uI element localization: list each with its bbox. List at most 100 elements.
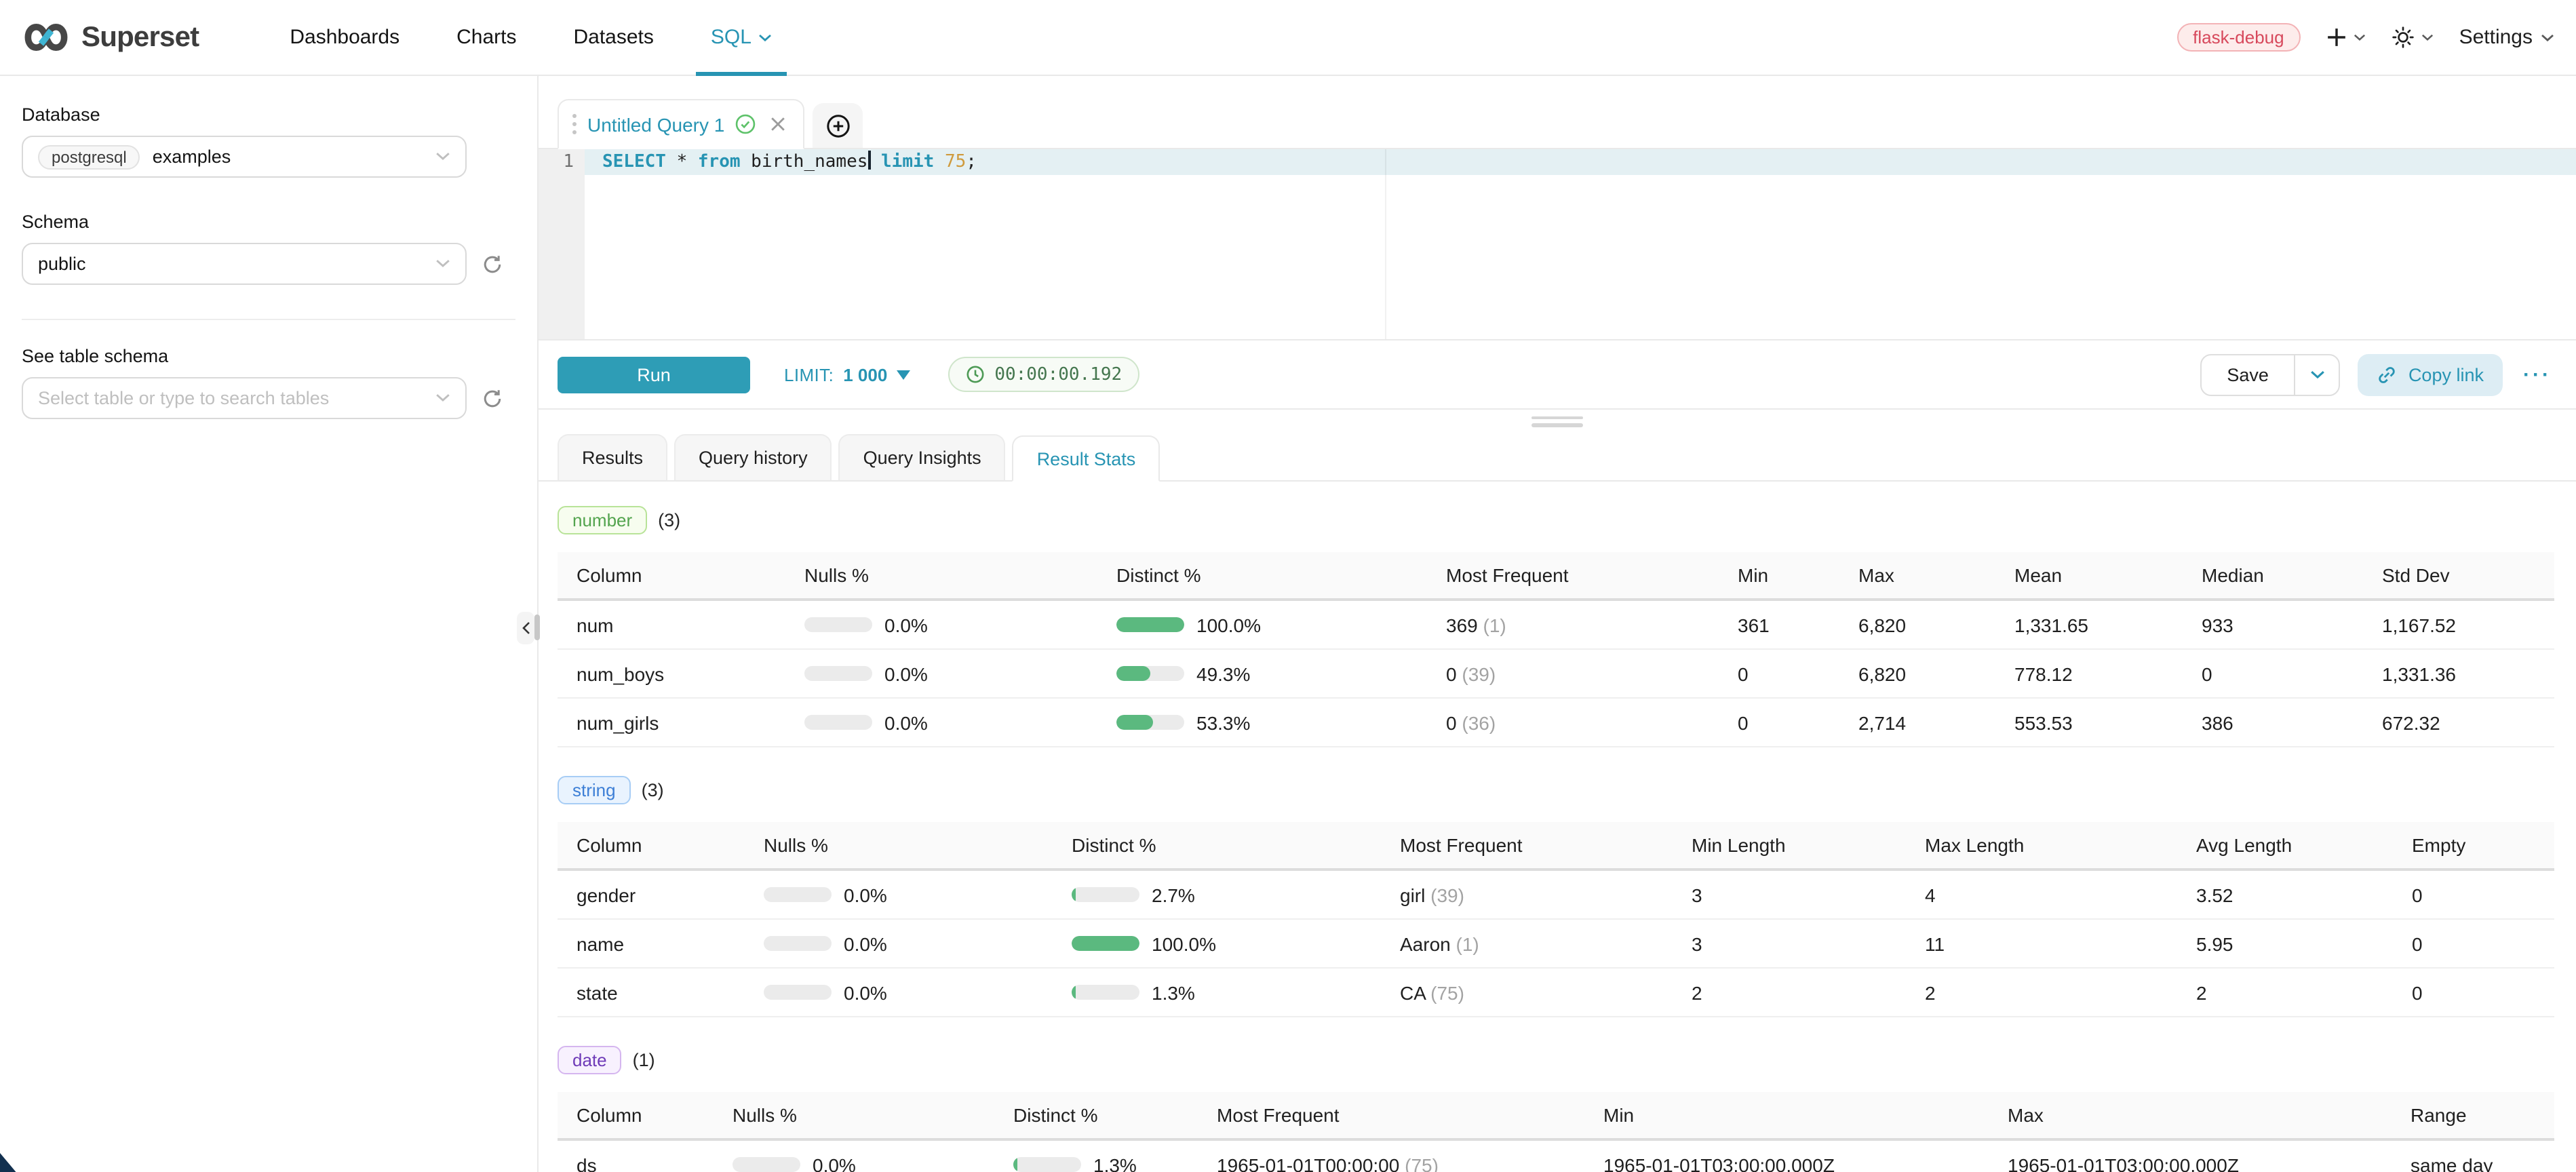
refresh-schemas-button[interactable] [482, 253, 503, 275]
stat-cell: 0 [2412, 884, 2554, 905]
section-badge-row: number (3) [558, 506, 2554, 534]
sql-token [934, 152, 945, 172]
plus-icon [2326, 27, 2347, 47]
section-number: number (3) ColumnNulls %Distinct %Most Fre… [558, 506, 2554, 747]
string-type-badge: string [558, 776, 631, 804]
nav-item-sql[interactable]: SQL [682, 0, 800, 75]
database-select-value: examples [153, 146, 435, 167]
table-select[interactable]: Select table or type to search tables [22, 377, 467, 419]
nulls-pct-cell: 0.0% [764, 981, 1072, 1003]
most-frequent-count: (39) [1425, 884, 1464, 905]
distinct-bar-fill [1013, 1157, 1017, 1172]
column-count: (3) [642, 780, 664, 800]
more-options-button[interactable]: ··· [2520, 363, 2554, 386]
tab-query-history[interactable]: Query history [674, 434, 832, 480]
link-icon [2377, 364, 2398, 385]
most-frequent-value: 0 [1446, 711, 1457, 733]
plus-circle-icon [825, 113, 850, 138]
column-header: Mean [2014, 564, 2202, 586]
sidebar-divider [22, 319, 515, 320]
distinct-bar [1072, 887, 1139, 902]
distinct-pct-cell: 100.0% [1116, 614, 1446, 636]
panel-resize-handle[interactable] [534, 614, 540, 640]
database-select[interactable]: postgresql examples [22, 136, 467, 178]
column-count: (3) [658, 510, 680, 530]
nulls-pct-cell: 0.0% [804, 711, 1116, 733]
drag-handle-icon[interactable] [572, 114, 577, 134]
sql-code-line[interactable]: SELECT * from birth_names limit 75; [585, 149, 2576, 175]
most-frequent-count: (36) [1457, 711, 1496, 733]
database-label: Database [22, 104, 515, 125]
run-button[interactable]: Run [558, 356, 750, 393]
copy-link-button[interactable]: Copy link [2358, 353, 2503, 395]
distinct-pct-value: 53.3% [1196, 711, 1250, 733]
table-header-row: ColumnNulls %Distinct %Most FrequentMinM… [558, 552, 2554, 601]
sql-code-editor[interactable]: 1 SELECT * from birth_names limit 75; [539, 149, 2576, 339]
sql-token: birth_names [741, 152, 868, 172]
add-query-tab-button[interactable] [813, 103, 863, 148]
column-header: Nulls % [733, 1104, 1013, 1126]
column-header: Max [2008, 1104, 2411, 1126]
chevron-down-icon [2541, 33, 2554, 41]
refresh-tables-button[interactable] [482, 387, 503, 409]
table-row: gender0.0%2.7%girl (39)343.520 [558, 871, 2554, 920]
distinct-pct-value: 49.3% [1196, 663, 1250, 684]
date-type-badge: date [558, 1046, 622, 1074]
distinct-bar [1116, 715, 1184, 730]
distinct-bar-fill [1116, 617, 1184, 632]
column-header: Min Length [1692, 834, 1925, 856]
nulls-pct-cell: 0.0% [764, 884, 1072, 905]
sidebar-collapse-button[interactable] [517, 612, 534, 644]
most-frequent-cell: Aaron (1) [1400, 933, 1692, 954]
stat-cell: 2 [1692, 981, 1925, 1003]
column-header: Column [558, 564, 804, 586]
limit-dropdown[interactable]: LIMIT: 1 000 [784, 364, 910, 385]
column-header: Nulls % [804, 564, 1116, 586]
superset-logo[interactable]: Superset [22, 20, 199, 54]
nulls-bar [764, 985, 832, 1000]
pane-resize-handle[interactable] [539, 410, 2576, 433]
column-header: Min [1738, 564, 1858, 586]
clock-icon [966, 365, 985, 384]
stat-cell: 933 [2202, 614, 2382, 636]
tab-result-stats[interactable]: Result Stats [1013, 435, 1160, 482]
caret-down-icon [897, 370, 910, 379]
mouse-cursor [0, 1153, 19, 1172]
distinct-bar [1072, 985, 1139, 1000]
table-row: num0.0%100.0%369 (1)3616,8201,331.659331… [558, 601, 2554, 650]
environment-badge: flask-debug [2177, 23, 2300, 52]
new-item-button[interactable] [2326, 27, 2366, 47]
print-margin-ruler [1385, 149, 1386, 339]
result-stats-content: number (3) ColumnNulls %Distinct %Most Fre… [539, 482, 2576, 1172]
column-header: Empty [2412, 834, 2554, 856]
nav-item-datasets[interactable]: Datasets [545, 0, 682, 75]
tab-query-insights[interactable]: Query Insights [839, 434, 1006, 480]
column-name-cell: num_boys [558, 663, 804, 684]
sql-editor-panel: Untitled Query 1 1 SELECT * from birth_n… [539, 76, 2576, 1172]
number-type-badge: number [558, 506, 647, 534]
query-tab-untitled-query-1[interactable]: Untitled Query 1 [558, 99, 804, 149]
save-button[interactable]: Save [2201, 355, 2295, 394]
table-row: state0.0%1.3%CA (75)2220 [558, 969, 2554, 1017]
nav-item-charts[interactable]: Charts [428, 0, 545, 75]
column-header: Median [2202, 564, 2382, 586]
close-tab-icon[interactable] [770, 117, 785, 132]
nulls-bar [804, 617, 872, 632]
theme-toggle[interactable] [2392, 26, 2434, 49]
table-row: ds0.0%1.3%1965-01-01T00:00:00 (75)1965-0… [558, 1141, 2554, 1172]
nav-item-dashboards[interactable]: Dashboards [261, 0, 428, 75]
schema-select[interactable]: public [22, 243, 467, 285]
settings-menu[interactable]: Settings [2459, 26, 2554, 49]
stat-cell: 6,820 [1858, 663, 2014, 684]
nulls-pct-cell: 0.0% [804, 614, 1116, 636]
tab-results[interactable]: Results [558, 434, 667, 480]
refresh-icon [482, 387, 503, 409]
nulls-pct-cell: 0.0% [733, 1154, 1013, 1172]
schema-label: Schema [22, 212, 515, 232]
nulls-bar [764, 936, 832, 951]
save-options-button[interactable] [2295, 355, 2339, 394]
distinct-bar-fill [1072, 887, 1076, 902]
column-header: Most Frequent [1400, 834, 1692, 856]
chevron-down-icon [435, 259, 450, 268]
query-success-check-icon [735, 114, 756, 134]
